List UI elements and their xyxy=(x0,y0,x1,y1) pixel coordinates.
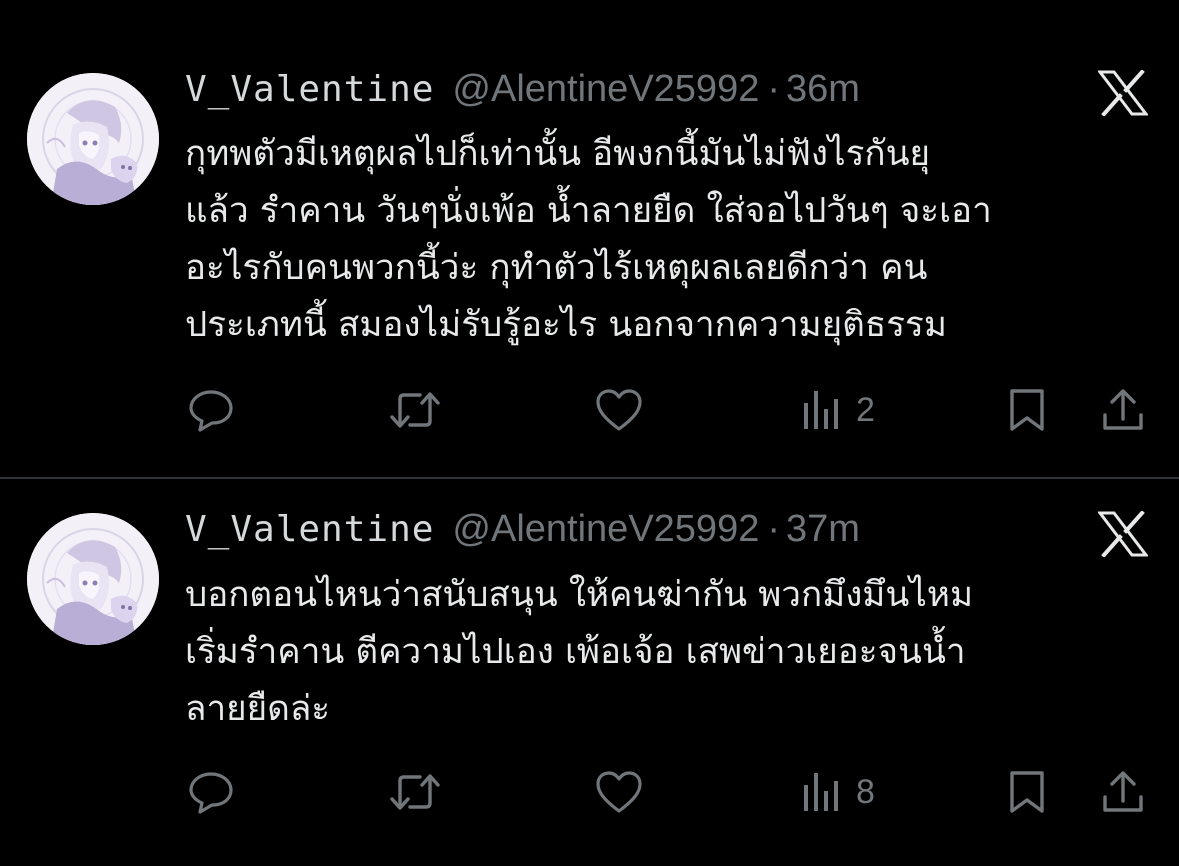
tweet-header: V_Valentine @AlentineV25992 · 37m xyxy=(185,508,860,558)
views-count: 2 xyxy=(856,390,875,429)
separator-dot: · xyxy=(767,68,780,110)
views-icon xyxy=(804,773,838,811)
bookmark-button[interactable] xyxy=(1006,380,1048,440)
views-count: 8 xyxy=(856,772,875,811)
views-button[interactable]: 2 xyxy=(802,380,875,440)
display-name[interactable]: V_Valentine xyxy=(185,509,434,550)
share-button[interactable] xyxy=(1100,380,1146,440)
tweet-text-line: อะไรกับคนพวกนี้ว่ะ กุทำตัวไร้เหตุผลเลยดี… xyxy=(185,248,928,288)
avatar[interactable] xyxy=(27,73,159,205)
tweet-text-line: ลายยืดล่ะ xyxy=(185,689,331,729)
tweet-actions: 8 xyxy=(0,762,1179,822)
tweet-text-line: บอกตอนไหนว่าสนับสนุน ให้คนฆ่ากัน พวกมึงม… xyxy=(185,575,974,615)
timestamp[interactable]: 37m xyxy=(786,508,860,551)
timestamp[interactable]: 36m xyxy=(786,68,860,111)
tweet-text: บอกตอนไหนว่าสนับสนุน ให้คนฆ่ากัน พวกมึงม… xyxy=(185,567,1150,738)
tweet[interactable]: V_Valentine @AlentineV25992 · 37m บอกตอน… xyxy=(0,479,1179,866)
tweet-text-line: กุทพตัวมีเหตุผลไปก็เท่านั้น อีพงกนี้มันไ… xyxy=(185,134,931,174)
share-icon xyxy=(1103,389,1143,430)
tweet-text-line: เริ่มรำคาน ตีความไปเอง เพ้อเจ้อ เสพข่าวเ… xyxy=(185,632,966,672)
retweet-button[interactable] xyxy=(388,762,442,822)
views-icon xyxy=(804,391,838,429)
tweet-text: กุทพตัวมีเหตุผลไปก็เท่านั้น อีพงกนี้มันไ… xyxy=(185,126,1150,354)
user-handle[interactable]: @AlentineV25992 xyxy=(452,508,759,551)
retweet-icon xyxy=(390,774,440,810)
separator-dot: · xyxy=(767,508,780,550)
like-icon xyxy=(596,771,642,813)
bookmark-button[interactable] xyxy=(1006,762,1048,822)
bookmark-icon xyxy=(1010,389,1044,431)
share-button[interactable] xyxy=(1100,762,1146,822)
x-logo-icon xyxy=(1098,511,1148,557)
reply-button[interactable] xyxy=(186,380,236,440)
like-icon xyxy=(596,389,642,431)
display-name[interactable]: V_Valentine xyxy=(185,69,434,110)
like-button[interactable] xyxy=(594,762,644,822)
avatar-image xyxy=(27,513,159,645)
x-logo-icon xyxy=(1098,70,1148,116)
share-icon xyxy=(1103,771,1143,812)
tweet-text-line: แล้ว รำคาน วันๆนั่งเพ้อ น้ำลายยืด ใส่จอไ… xyxy=(185,191,992,231)
reply-button[interactable] xyxy=(186,762,236,822)
avatar[interactable] xyxy=(27,513,159,645)
like-button[interactable] xyxy=(594,380,644,440)
user-handle[interactable]: @AlentineV25992 xyxy=(452,68,759,111)
reply-icon xyxy=(189,390,233,432)
tweet[interactable]: V_Valentine @AlentineV25992 · 36m กุทพตั… xyxy=(0,0,1179,478)
reply-icon xyxy=(189,772,233,814)
tweet-text-line: ประเภทนี้ สมองไม่รับรู้อะไร นอกจากความยุ… xyxy=(185,305,947,345)
bookmark-icon xyxy=(1010,771,1044,813)
tweet-header: V_Valentine @AlentineV25992 · 36m xyxy=(185,68,860,118)
avatar-image xyxy=(27,73,159,205)
views-button[interactable]: 8 xyxy=(802,762,875,822)
tweet-actions: 2 xyxy=(0,380,1179,440)
retweet-button[interactable] xyxy=(388,380,442,440)
retweet-icon xyxy=(390,392,440,428)
